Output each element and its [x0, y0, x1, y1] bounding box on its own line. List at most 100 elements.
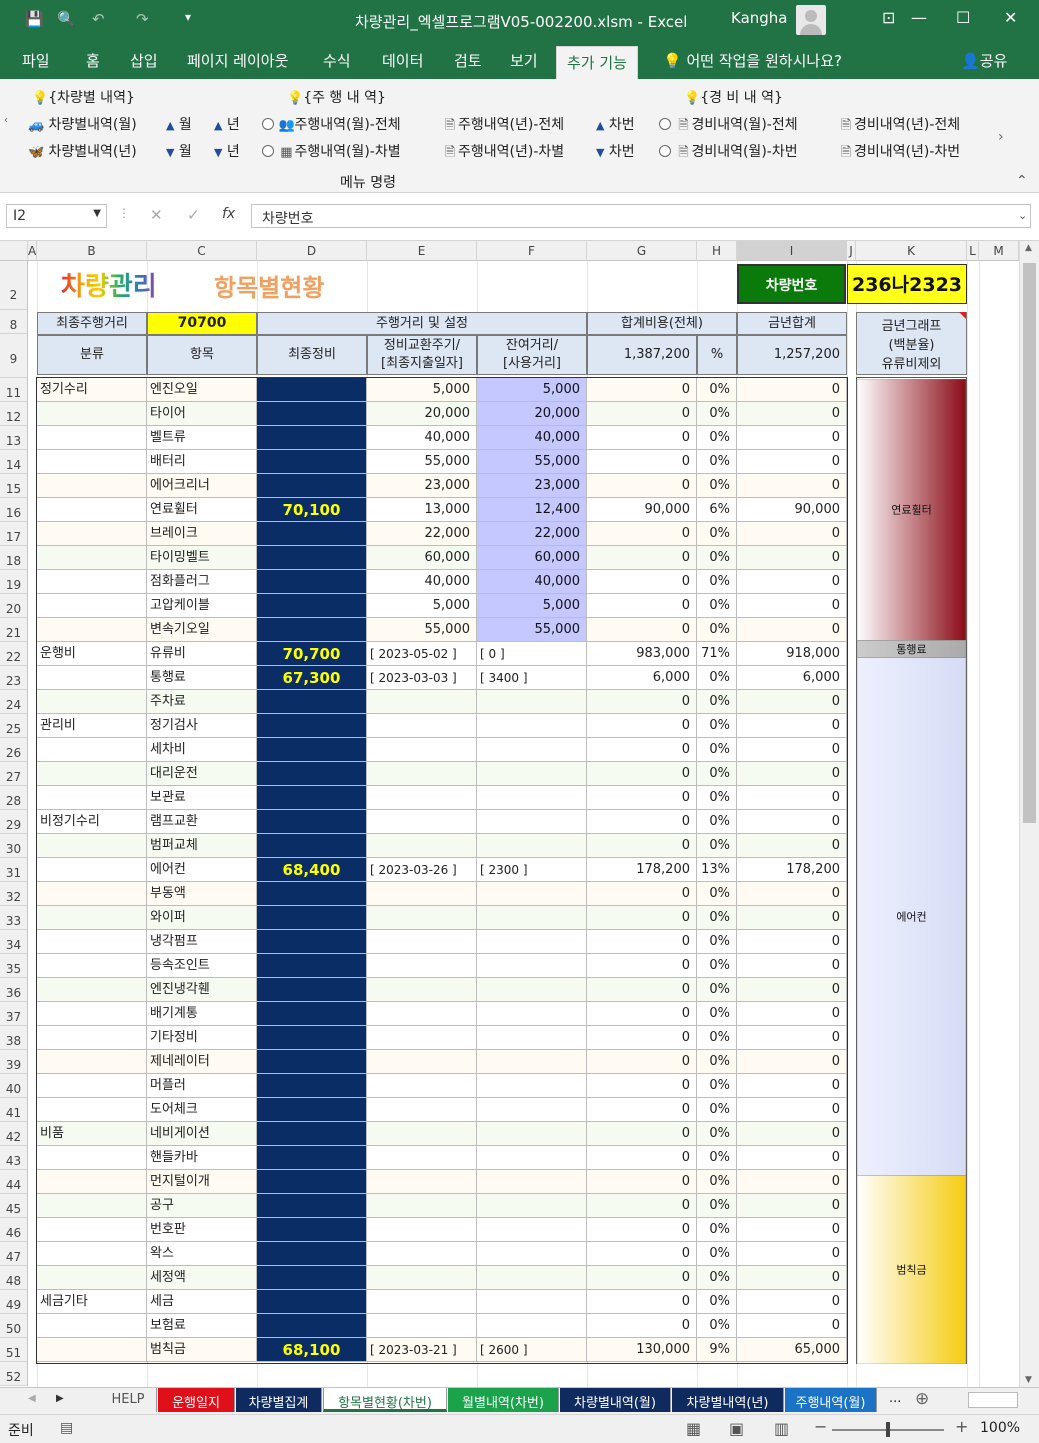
last-service-cell[interactable] — [257, 1266, 367, 1290]
col-header-b[interactable]: B — [37, 241, 147, 261]
item-cell[interactable]: 고압케이블 — [147, 594, 257, 618]
category-cell[interactable] — [37, 1218, 147, 1242]
category-cell[interactable] — [37, 1074, 147, 1098]
cost-cell[interactable]: 0 — [587, 450, 697, 474]
cmd-expense-month-all[interactable]: 🗎 경비내역(월)-전체 — [659, 114, 798, 138]
percent-cell[interactable]: 13% — [697, 858, 737, 882]
category-cell[interactable] — [37, 930, 147, 954]
cost-cell[interactable]: 0 — [587, 738, 697, 762]
row-header[interactable]: 39 — [0, 1050, 28, 1074]
percent-cell[interactable]: 0% — [697, 1218, 737, 1242]
last-service-cell[interactable] — [257, 378, 367, 402]
tab-formulas[interactable]: 수식 — [323, 50, 351, 71]
year-total-cell[interactable]: 90,000 — [737, 498, 847, 522]
last-service-cell[interactable] — [257, 594, 367, 618]
remain-cell[interactable]: 55,000 — [477, 450, 587, 474]
percent-cell[interactable]: 0% — [697, 882, 737, 906]
category-cell[interactable] — [37, 522, 147, 546]
maximize-icon[interactable]: ☐ — [956, 8, 970, 27]
cycle-cell[interactable] — [367, 1194, 477, 1218]
expand-formula-icon[interactable]: ⌄ — [1018, 209, 1027, 222]
row-header[interactable]: 45 — [0, 1194, 28, 1218]
category-cell[interactable] — [37, 474, 147, 498]
category-cell[interactable] — [37, 1146, 147, 1170]
col-header-c[interactable]: C — [147, 241, 257, 261]
cycle-cell[interactable]: 40,000 — [367, 426, 477, 450]
item-cell[interactable]: 대리운전 — [147, 762, 257, 786]
month-up-button[interactable]: ▲ 월 — [166, 114, 192, 134]
col-header-h[interactable]: H — [697, 241, 737, 261]
cost-cell[interactable]: 0 — [587, 834, 697, 858]
cmd-drive-year-car[interactable]: 🗎 주행내역(년)-차별 — [442, 141, 564, 165]
cycle-cell[interactable]: [ 2023-03-03 ] — [367, 666, 477, 690]
cycle-cell[interactable]: 55,000 — [367, 618, 477, 642]
remain-cell[interactable] — [477, 1026, 587, 1050]
close-icon[interactable]: ✕ — [1004, 8, 1017, 27]
year-total-cell[interactable]: 0 — [737, 978, 847, 1002]
cost-cell[interactable]: 0 — [587, 882, 697, 906]
item-cell[interactable]: 에어크리너 — [147, 474, 257, 498]
row-header[interactable]: 8 — [0, 310, 28, 334]
cost-cell[interactable]: 0 — [587, 1170, 697, 1194]
cycle-cell[interactable] — [367, 1074, 477, 1098]
zoom-slider-thumb[interactable] — [886, 1422, 890, 1437]
item-cell[interactable]: 엔진냉각휀 — [147, 978, 257, 1002]
category-cell[interactable] — [37, 786, 147, 810]
category-cell[interactable] — [37, 666, 147, 690]
row-header[interactable]: 41 — [0, 1098, 28, 1122]
row-header[interactable]: 43 — [0, 1146, 28, 1170]
percent-cell[interactable]: 0% — [697, 1290, 737, 1314]
row-header[interactable]: 33 — [0, 906, 28, 930]
item-cell[interactable]: 먼지털이개 — [147, 1170, 257, 1194]
percent-cell[interactable]: 0% — [697, 426, 737, 450]
cost-cell[interactable]: 0 — [587, 522, 697, 546]
function-icon[interactable]: fx — [222, 206, 235, 222]
year-total-cell[interactable]: 0 — [737, 450, 847, 474]
item-cell[interactable]: 세금 — [147, 1290, 257, 1314]
remain-cell[interactable] — [477, 1266, 587, 1290]
page-layout-view-icon[interactable]: ▣ — [729, 1419, 744, 1438]
cost-cell[interactable]: 983,000 — [587, 642, 697, 666]
item-cell[interactable]: 번호판 — [147, 1218, 257, 1242]
item-cell[interactable]: 제네레이터 — [147, 1050, 257, 1074]
cost-cell[interactable]: 90,000 — [587, 498, 697, 522]
sheet-tab[interactable]: 주행내역(월) — [785, 1388, 877, 1412]
category-cell[interactable]: 운행비 — [37, 642, 147, 666]
sheet-tab[interactable]: 월별내역(차번) — [448, 1388, 559, 1412]
cycle-cell[interactable]: 13,000 — [367, 498, 477, 522]
year-total-cell[interactable]: 0 — [737, 402, 847, 426]
cost-cell[interactable]: 0 — [587, 1074, 697, 1098]
cost-cell[interactable]: 0 — [587, 1218, 697, 1242]
year-total-cell[interactable]: 0 — [737, 570, 847, 594]
remain-cell[interactable]: 20,000 — [477, 402, 587, 426]
cost-cell[interactable]: 0 — [587, 474, 697, 498]
cost-cell[interactable]: 0 — [587, 1242, 697, 1266]
row-header[interactable]: 22 — [0, 642, 28, 666]
percent-cell[interactable]: 0% — [697, 378, 737, 402]
percent-cell[interactable]: 0% — [697, 954, 737, 978]
category-cell[interactable]: 관리비 — [37, 714, 147, 738]
remain-cell[interactable] — [477, 1242, 587, 1266]
category-cell[interactable] — [37, 1314, 147, 1338]
row-header[interactable]: 40 — [0, 1074, 28, 1098]
cost-cell[interactable]: 0 — [587, 1266, 697, 1290]
ribbon-display-icon[interactable]: ⊡ — [882, 8, 895, 27]
avatar[interactable] — [796, 5, 826, 35]
tab-home[interactable]: 홈 — [86, 50, 100, 71]
remain-cell[interactable]: 5,000 — [477, 378, 587, 402]
cost-cell[interactable]: 0 — [587, 594, 697, 618]
percent-cell[interactable]: 0% — [697, 1074, 737, 1098]
item-cell[interactable]: 연료휠터 — [147, 498, 257, 522]
item-cell[interactable]: 통행료 — [147, 666, 257, 690]
category-cell[interactable]: 비정기수리 — [37, 810, 147, 834]
user-name[interactable]: Kangha — [731, 9, 788, 27]
scroll-thumb[interactable] — [1023, 263, 1036, 823]
cycle-cell[interactable]: 22,000 — [367, 522, 477, 546]
year-total-cell[interactable]: 0 — [737, 930, 847, 954]
row-header[interactable]: 49 — [0, 1290, 28, 1314]
remain-cell[interactable]: [ 0 ] — [477, 642, 587, 666]
percent-cell[interactable]: 0% — [697, 474, 737, 498]
percent-cell[interactable]: 0% — [697, 906, 737, 930]
select-all-corner[interactable] — [0, 241, 28, 261]
row-header[interactable]: 21 — [0, 618, 28, 642]
